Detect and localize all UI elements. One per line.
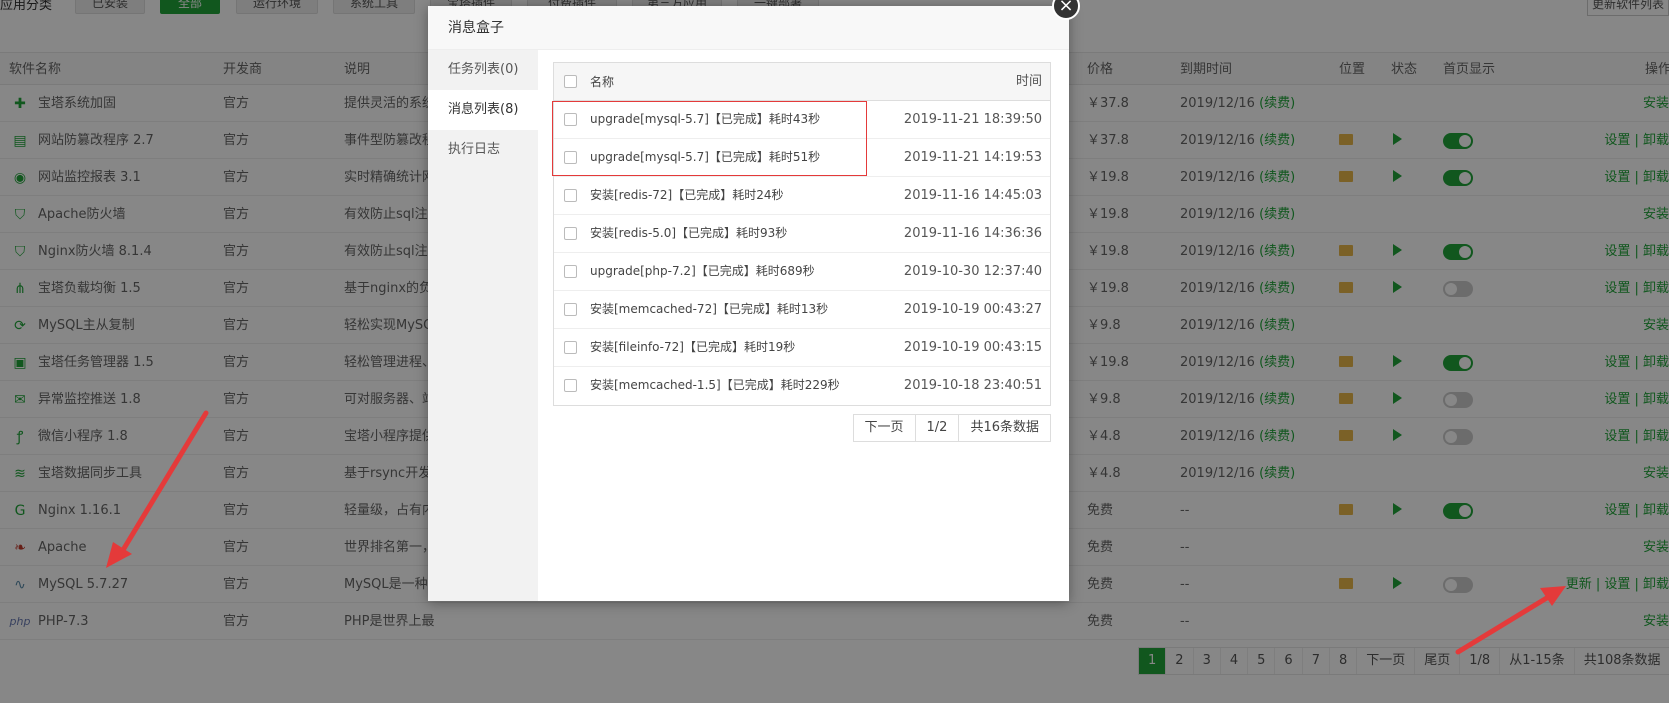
arrow-to-mysql-row (106, 410, 209, 568)
arrow-to-update-link (1455, 586, 1566, 655)
annotation-arrows (106, 410, 1566, 655)
